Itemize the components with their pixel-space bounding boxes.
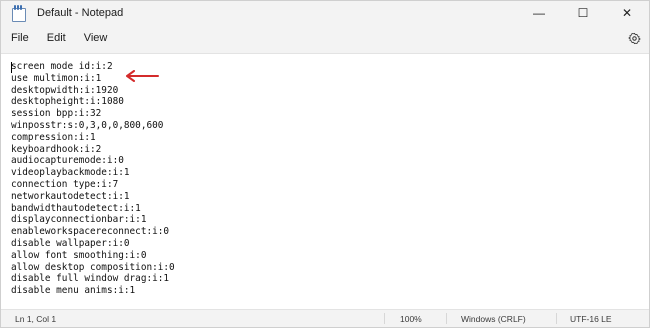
editor-line: disable menu anims:i:1 <box>11 285 136 297</box>
editor-line: allow desktop composition:i:0 <box>11 261 175 273</box>
settings-button[interactable] <box>627 31 641 45</box>
editor-line: disable full window drag:i:1 <box>11 273 170 285</box>
status-divider <box>384 313 385 324</box>
text-editor[interactable]: screen mode id:i:2 use multimon:i:1 desk… <box>1 53 649 309</box>
editor-line: desktopheight:i:1080 <box>11 96 124 108</box>
editor-line: desktopwidth:i:1920 <box>11 84 119 96</box>
menu-view[interactable]: View <box>75 25 117 51</box>
encoding: UTF-16 LE <box>570 314 612 324</box>
editor-line: winposstr:s:0,3,0,0,800,600 <box>11 119 164 131</box>
red-arrow-icon <box>126 70 159 82</box>
cursor-position: Ln 1, Col 1 <box>15 314 57 324</box>
window-title: Default - Notepad <box>37 7 124 19</box>
editor-line: videoplaybackmode:i:1 <box>11 167 130 179</box>
editor-line: compression:i:1 <box>11 131 96 143</box>
editor-lines: screen mode id:i:2 use multimon:i:1 desk… <box>11 61 175 297</box>
editor-line: enableworkspacereconnect:i:0 <box>11 226 170 238</box>
menu-edit[interactable]: Edit <box>38 25 75 51</box>
editor-line: bandwidthautodetect:i:1 <box>11 202 141 214</box>
editor-line: session bpp:i:32 <box>11 108 102 120</box>
gear-icon <box>627 32 641 44</box>
menu-bar: File Edit View <box>1 25 649 51</box>
title-bar[interactable]: Default - Notepad — ☐ ✕ <box>1 1 649 25</box>
maximize-button[interactable]: ☐ <box>561 1 605 25</box>
editor-line: allow font smoothing:i:0 <box>11 249 147 261</box>
editor-line: displayconnectionbar:i:1 <box>11 214 147 226</box>
editor-line: audiocapturemode:i:0 <box>11 155 124 167</box>
editor-line: keyboardhook:i:2 <box>11 143 102 155</box>
editor-line: disable wallpaper:i:0 <box>11 237 130 249</box>
status-bar: Ln 1, Col 1 100% Windows (CRLF) UTF-16 L… <box>1 309 649 327</box>
editor-line: connection type:i:7 <box>11 178 119 190</box>
menu-file[interactable]: File <box>2 25 38 51</box>
status-divider <box>556 313 557 324</box>
status-divider <box>446 313 447 324</box>
close-button[interactable]: ✕ <box>605 1 649 25</box>
line-ending: Windows (CRLF) <box>461 314 526 324</box>
notepad-app-icon <box>11 5 26 22</box>
window-controls: — ☐ ✕ <box>517 1 649 25</box>
notepad-window: Default - Notepad — ☐ ✕ File Edit View s… <box>0 0 650 328</box>
editor-line: networkautodetect:i:1 <box>11 190 130 202</box>
zoom-level: 100% <box>400 314 422 324</box>
minimize-button[interactable]: — <box>517 1 561 25</box>
